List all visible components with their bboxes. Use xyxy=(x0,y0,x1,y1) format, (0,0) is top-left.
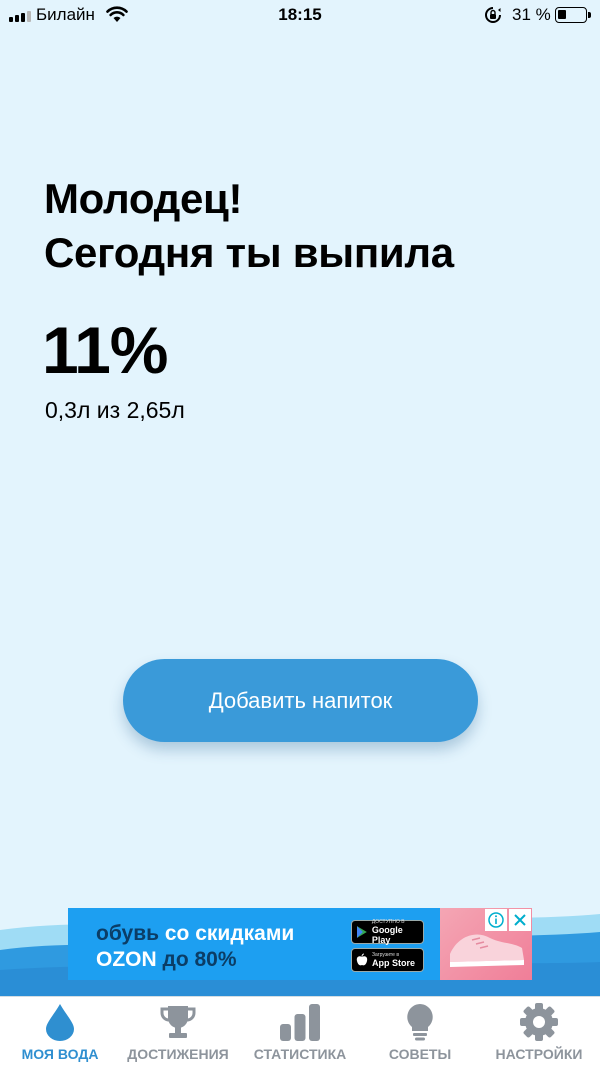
consumed-amount: 0,3л из 2,65л xyxy=(45,397,185,423)
ad-headline-line2: OZON до 80% xyxy=(96,948,237,971)
tab-achievements[interactable]: ДОСТИЖЕНИЯ xyxy=(118,997,238,1066)
gear-icon xyxy=(520,1003,558,1041)
close-icon xyxy=(514,914,526,926)
tab-label: НАСТРОЙКИ xyxy=(495,1046,583,1062)
tab-label: МОЯ ВОДА xyxy=(21,1046,99,1062)
google-play-icon xyxy=(356,926,367,938)
ad-info-button[interactable] xyxy=(485,909,507,931)
bar-chart-icon xyxy=(280,1004,320,1041)
bottom-tab-bar: МОЯ ВОДА ДОСТИЖЕНИЯ СТАТИСТИКА СОВЕТЫ НА… xyxy=(0,996,600,1066)
google-play-badge[interactable]: ДОСТУПНО В Google Play xyxy=(351,919,424,945)
headline-line-praise: Молодец! xyxy=(44,175,243,222)
headline-line-drank-today: Сегодня ты выпила xyxy=(44,229,454,276)
tab-settings[interactable]: НАСТРОЙКИ xyxy=(479,997,599,1066)
app-store-badge[interactable]: Загрузите в App Store xyxy=(351,948,424,972)
status-time: 18:15 xyxy=(278,5,322,24)
tab-my-water[interactable]: МОЯ ВОДА xyxy=(0,997,120,1066)
water-drop-icon xyxy=(46,1004,74,1041)
info-icon xyxy=(488,912,504,928)
rotation-lock-icon xyxy=(485,7,501,23)
tab-statistics[interactable]: СТАТИСТИКА xyxy=(240,997,360,1066)
apple-icon xyxy=(356,953,368,966)
trophy-icon xyxy=(160,1006,196,1038)
tab-tips[interactable]: СОВЕТЫ xyxy=(360,997,480,1066)
add-drink-button[interactable]: Добавить напиток xyxy=(123,659,478,742)
ad-close-button[interactable] xyxy=(509,909,531,931)
lightbulb-icon xyxy=(407,1004,433,1041)
battery-icon xyxy=(555,7,591,23)
ad-banner[interactable]: обувь со скидками OZON до 80% ДОСТУПНО В… xyxy=(68,908,532,980)
tab-label: СОВЕТЫ xyxy=(388,1046,452,1062)
ad-headline-line1: обувь со скидками xyxy=(96,922,295,945)
tab-label: СТАТИСТИКА xyxy=(253,1046,347,1062)
tab-label: ДОСТИЖЕНИЯ xyxy=(127,1046,229,1062)
status-bar: Билайн 18:15 31 % xyxy=(0,0,600,32)
progress-percent: 11% xyxy=(42,313,168,387)
headline: Молодец! Сегодня ты выпила xyxy=(44,172,454,280)
battery-percentage: 31 % xyxy=(512,5,551,24)
